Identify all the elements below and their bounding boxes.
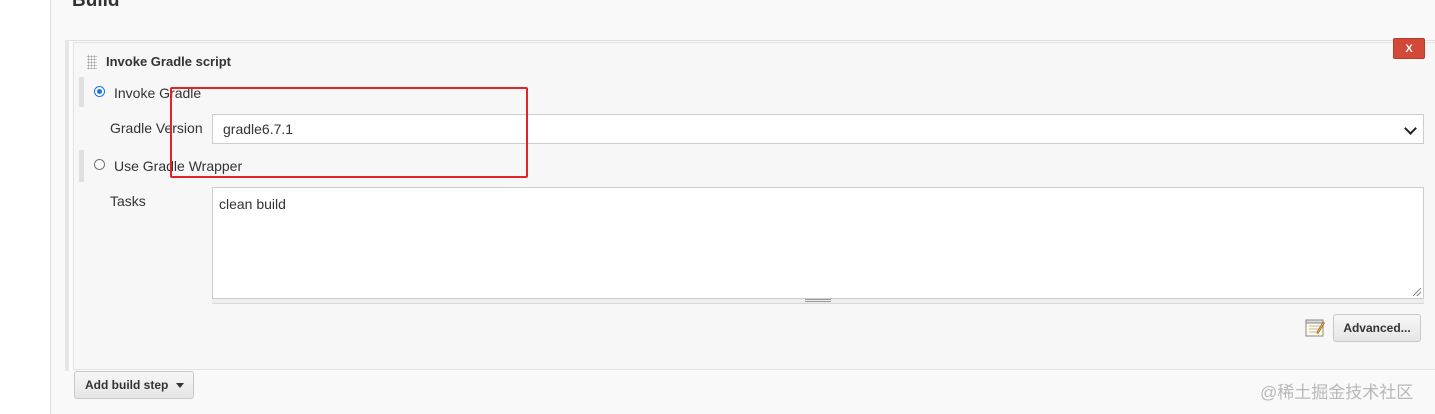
advanced-button[interactable]: Advanced...	[1333, 314, 1421, 342]
expand-grip-icon	[805, 299, 831, 302]
invoke-gradle-radio[interactable]	[94, 86, 105, 97]
textarea-expand-bar[interactable]	[212, 299, 1424, 304]
drag-handle-icon[interactable]	[87, 55, 97, 69]
add-build-step-label: Add build step	[85, 378, 169, 392]
delete-step-button[interactable]: X	[1393, 38, 1425, 59]
use-gradle-wrapper-radio[interactable]	[94, 159, 105, 170]
step-title: Invoke Gradle script	[106, 54, 231, 69]
tasks-textarea[interactable]: clean build	[212, 187, 1424, 299]
watermark: @稀土掘金技术社区	[1260, 383, 1414, 402]
notepad-icon[interactable]	[1305, 317, 1325, 337]
caret-down-icon	[176, 383, 184, 388]
section-title: Build	[72, 0, 120, 11]
option-bar-use-wrapper	[79, 150, 84, 182]
add-build-step-button[interactable]: Add build step	[74, 371, 194, 399]
tasks-label: Tasks	[110, 193, 146, 209]
chevron-down-icon	[1404, 122, 1417, 135]
highlight-annotation	[170, 87, 528, 178]
resize-grip-icon[interactable]	[1413, 288, 1421, 296]
tasks-value: clean build	[219, 196, 286, 212]
option-bar-invoke-gradle	[79, 77, 84, 107]
left-gutter	[0, 0, 51, 414]
